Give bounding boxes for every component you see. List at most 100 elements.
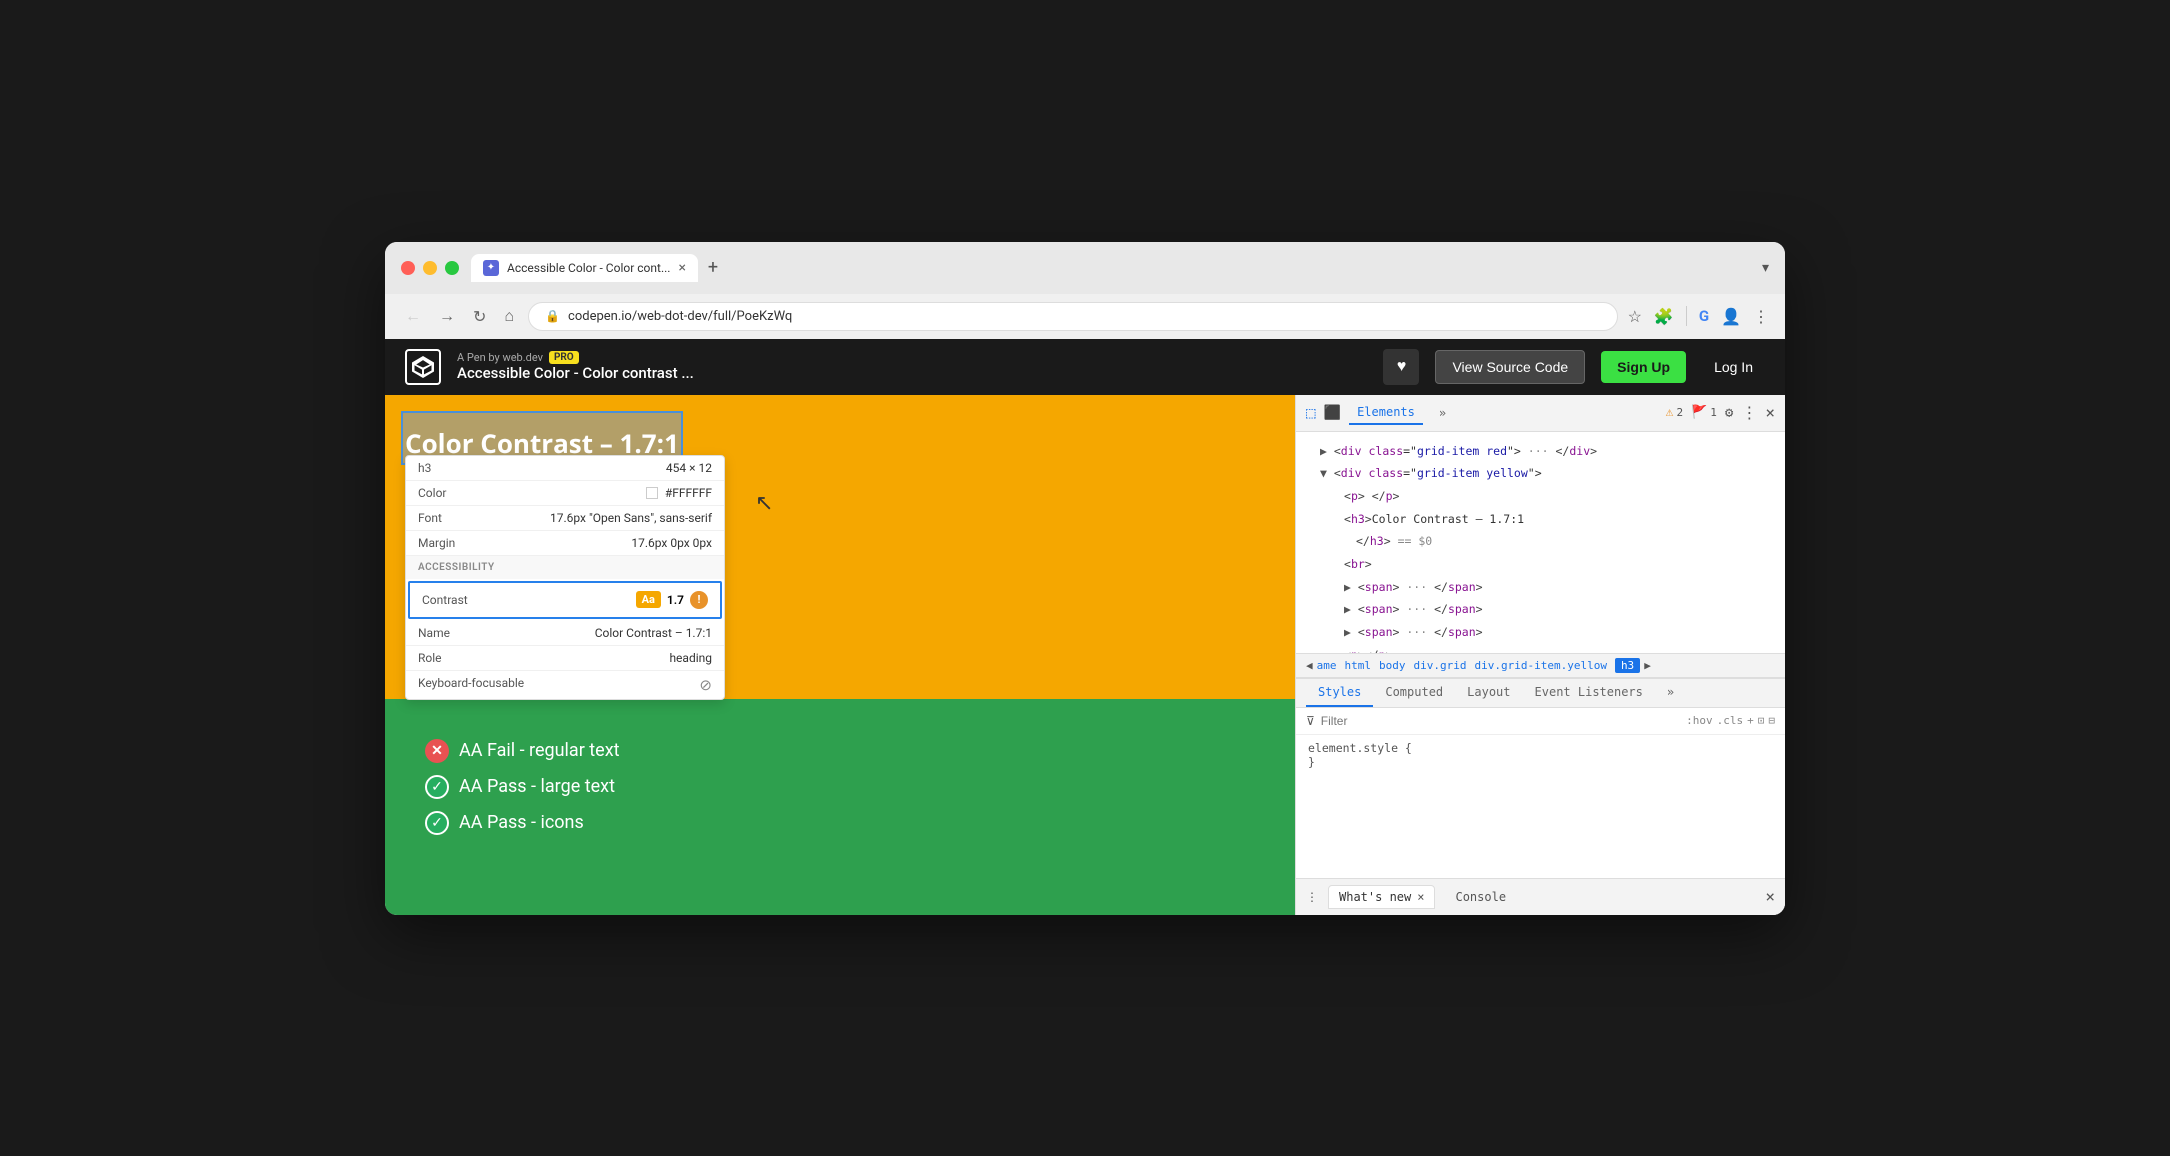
aa-item-2: ✓ AA Pass - icons (425, 811, 1255, 835)
tree-line-3[interactable]: <h3>Color Contrast – 1.7:1 (1296, 508, 1785, 531)
color-grid: Color Contrast – 1.7:1 h3 454 × 12 Color (385, 395, 1295, 915)
signup-button[interactable]: Sign Up (1601, 351, 1686, 383)
tab-dropdown-icon[interactable]: ▾ (1762, 260, 1769, 276)
login-button[interactable]: Log In (1702, 351, 1765, 383)
breadcrumb-ame[interactable]: ame (1317, 659, 1337, 672)
whats-new-close-icon[interactable]: × (1417, 890, 1424, 904)
cls-filter[interactable]: .cls (1717, 714, 1744, 727)
bookmark-icon[interactable]: ☆ (1628, 307, 1642, 326)
whats-new-tab[interactable]: What's new × (1328, 885, 1435, 909)
tree-line-9[interactable]: <p></p> (1296, 644, 1785, 653)
codepen-logo[interactable] (405, 349, 441, 385)
tab-area: ✦ Accessible Color - Color cont... × + (471, 254, 1750, 282)
tree-line-7[interactable]: ▶ <span> ··· </span> (1296, 598, 1785, 621)
devtools-more-icon[interactable]: ⋮ (1741, 403, 1757, 422)
breadcrumb-arrow-right[interactable]: ▶ (1644, 659, 1651, 672)
tab-more[interactable]: » (1655, 679, 1686, 707)
elements-tab[interactable]: Elements (1349, 401, 1423, 425)
maximize-button[interactable] (445, 261, 459, 275)
tree-line-5[interactable]: <br> (1296, 553, 1785, 576)
device-tool-icon[interactable]: ⬛ (1324, 405, 1341, 421)
pen-by-line: A Pen by web.dev PRO (457, 351, 1367, 364)
inspector-tool-icon[interactable]: ⬚ (1306, 403, 1316, 422)
color-label: Color (418, 486, 446, 500)
computed-view-icon[interactable]: ⊟ (1768, 714, 1775, 727)
traffic-lights (401, 261, 459, 275)
lock-icon: 🔒 (545, 309, 560, 323)
tree-line-8[interactable]: ▶ <span> ··· </span> (1296, 621, 1785, 644)
grid-item-yellow: Color Contrast – 1.7:1 h3 454 × 12 Color (385, 395, 1295, 699)
url-bar[interactable]: 🔒 codepen.io/web-dot-dev/full/PoeKzWq (528, 302, 1618, 331)
tree-line-2[interactable]: <p> </p> (1296, 485, 1785, 508)
console-tab[interactable]: Console (1445, 886, 1516, 908)
tree-line-1[interactable]: ▼ <div class="grid-item yellow"> (1296, 462, 1785, 485)
hov-filter[interactable]: :hov (1686, 714, 1713, 727)
breadcrumb-divgrid[interactable]: div.grid (1414, 659, 1467, 672)
devtools-html-tree: ▶ <div class="grid-item red"> ··· </div>… (1296, 432, 1785, 653)
toolbar-separator (1686, 306, 1687, 326)
tree-line-0[interactable]: ▶ <div class="grid-item red"> ··· </div> (1296, 440, 1785, 463)
tree-line-6[interactable]: ▶ <span> ··· </span> (1296, 576, 1785, 599)
tab-layout[interactable]: Layout (1455, 679, 1522, 707)
back-button[interactable]: ← (401, 302, 425, 330)
breadcrumb-body[interactable]: body (1379, 659, 1406, 672)
aa-item-1: ✓ AA Pass - large text (425, 775, 1255, 799)
devtools-settings-icon[interactable]: ⚙ (1725, 405, 1733, 421)
font-label: Font (418, 511, 442, 525)
view-source-button[interactable]: View Source Code (1435, 350, 1585, 384)
breadcrumb-current-h3[interactable]: h3 (1615, 658, 1640, 673)
address-bar: ← → ↻ ⌂ 🔒 codepen.io/web-dot-dev/full/Po… (385, 294, 1785, 339)
closing-brace: } (1308, 755, 1773, 769)
contrast-warning-icon: ! (690, 591, 708, 609)
copy-styles-icon[interactable]: ⊡ (1758, 714, 1765, 727)
bottom-dots-icon[interactable]: ⋮ (1306, 890, 1318, 904)
browser-menu-icon[interactable]: ⋮ (1753, 307, 1769, 326)
heart-button[interactable]: ♥ (1383, 349, 1419, 385)
aa-label-2: AA Pass - icons (459, 812, 584, 833)
tab-close-icon[interactable]: × (678, 261, 685, 275)
filter-icon: ⊽ (1306, 714, 1315, 728)
devtools-close-icon[interactable]: × (1765, 403, 1775, 422)
aa-label-0: AA Fail - regular text (459, 740, 620, 761)
aa-label-1: AA Pass - large text (459, 776, 615, 797)
home-button[interactable]: ⌂ (500, 302, 518, 330)
tab-favicon: ✦ (483, 260, 499, 276)
extensions-icon[interactable]: 🧩 (1654, 307, 1674, 326)
aa-item-0: ✕ AA Fail - regular text (425, 739, 1255, 763)
breadcrumb-html[interactable]: html (1345, 659, 1372, 672)
forward-button[interactable]: → (435, 302, 459, 330)
close-button[interactable] (401, 261, 415, 275)
tab-event-listeners[interactable]: Event Listeners (1523, 679, 1655, 707)
browser-tab[interactable]: ✦ Accessible Color - Color cont... × (471, 254, 698, 282)
styles-tabs: Styles Computed Layout Event Listeners » (1296, 679, 1785, 708)
tab-computed[interactable]: Computed (1373, 679, 1455, 707)
add-rule-icon[interactable]: + (1747, 714, 1754, 727)
aa-pass-icon-2: ✓ (425, 811, 449, 835)
more-tabs-icon[interactable]: » (1431, 402, 1454, 424)
tab-styles[interactable]: Styles (1306, 679, 1373, 707)
warning-badge: ⚠ 2 (1666, 405, 1683, 420)
whats-new-label: What's new (1339, 890, 1411, 904)
breadcrumb-arrow-left[interactable]: ◀ (1306, 659, 1313, 672)
contrast-badge: Aa (636, 591, 661, 608)
reload-button[interactable]: ↻ (469, 303, 490, 330)
element-label: h3 (418, 461, 431, 475)
color-value: #FFFFFF (646, 486, 712, 500)
panel-close-icon[interactable]: × (1765, 887, 1775, 906)
grid-item-green: ✕ AA Fail - regular text ✓ AA Pass - lar… (385, 699, 1295, 915)
element-style-rule: element.style { (1308, 741, 1773, 755)
minimize-button[interactable] (423, 261, 437, 275)
role-value: heading (669, 651, 712, 665)
error-badge: 🚩 1 (1691, 405, 1717, 420)
filter-options: :hov .cls + ⊡ ⊟ (1686, 714, 1775, 727)
contrast-value: 1.7 (667, 593, 684, 607)
tree-line-4[interactable]: </h3> == $0 (1296, 530, 1785, 553)
styles-filter-input[interactable] (1321, 714, 1680, 728)
avatar-icon[interactable]: 👤 (1721, 307, 1741, 326)
pen-by-text: A Pen by web.dev (457, 351, 543, 364)
google-icon[interactable]: G (1699, 307, 1709, 325)
inspector-role-row: Role heading (406, 646, 724, 671)
new-tab-button[interactable]: + (702, 255, 724, 280)
contrast-values: Aa 1.7 ! (636, 591, 708, 609)
breadcrumb-divgriditem[interactable]: div.grid-item.yellow (1474, 659, 1606, 672)
